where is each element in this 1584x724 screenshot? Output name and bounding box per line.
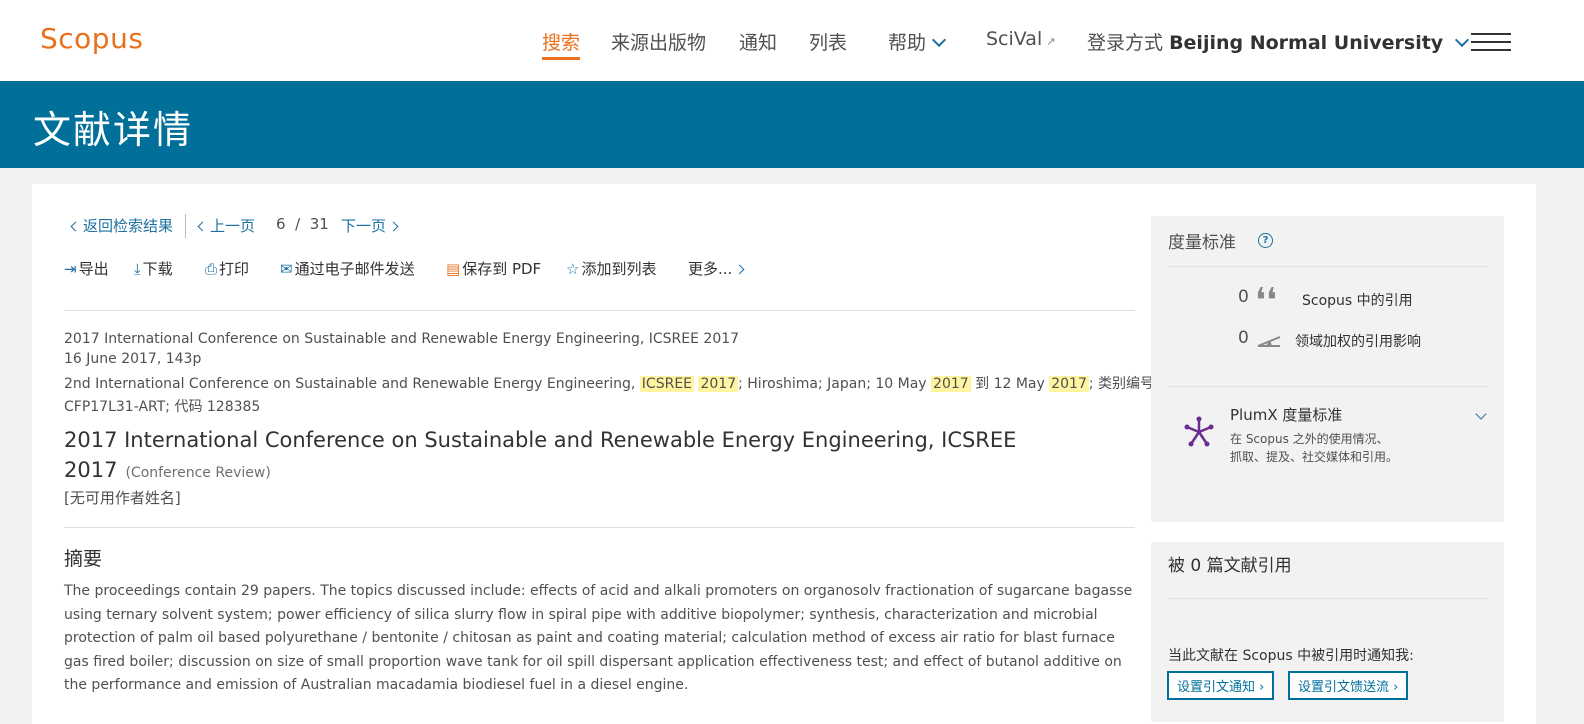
star-icon: ☆: [566, 260, 580, 278]
set-alert-label: 设置引文通知: [1177, 680, 1256, 695]
metrics-panel: [1151, 216, 1504, 522]
chevron-down-icon: [931, 32, 947, 48]
set-citation-alert-button[interactable]: 设置引文通知 ›: [1167, 671, 1275, 700]
nav-alerts[interactable]: 通知: [739, 28, 777, 55]
highlight: 2017: [1049, 376, 1089, 392]
more-label: 更多...: [688, 260, 733, 278]
envelope-icon: ✉: [280, 260, 293, 278]
nav-help[interactable]: 帮助: [888, 28, 947, 55]
citations-count: 0: [1238, 287, 1249, 307]
highlight: ICSREE: [639, 376, 695, 392]
quote-icon: ❛❛: [1255, 281, 1277, 321]
page-counter: 6 / 31: [276, 215, 329, 233]
divider: [1168, 266, 1488, 267]
page-title: 文献详情: [33, 108, 194, 152]
plumx-title[interactable]: PlumX 度量标准: [1230, 404, 1342, 425]
printer-icon: ⎙: [205, 260, 218, 278]
download-button[interactable]: ⤓ 下载: [134, 258, 173, 279]
conf-text: 2nd International Conference on Sustaina…: [64, 376, 640, 392]
abstract-heading: 摘要: [64, 548, 103, 570]
divider: [1168, 598, 1488, 599]
save-pdf-button[interactable]: ▤ 保存到 PDF: [446, 258, 541, 279]
page-banner: 文献详情: [0, 81, 1584, 168]
chevron-right-icon: [734, 264, 745, 275]
back-to-results-link[interactable]: 返回检索结果: [70, 215, 174, 236]
add-to-list-button[interactable]: ☆ 添加到列表: [566, 258, 656, 279]
scopus-logo[interactable]: Scopus: [40, 22, 143, 55]
set-citation-feed-button[interactable]: 设置引文馈送流 ›: [1288, 671, 1409, 700]
pdf-icon: ▤: [446, 260, 461, 278]
authors: [无可用作者姓名]: [64, 489, 181, 507]
conf-text: ; 类别编号: [1088, 376, 1155, 392]
chevron-right-icon: [388, 221, 399, 232]
more-actions-button[interactable]: 更多...: [688, 258, 745, 279]
highlight: 2017: [698, 376, 739, 392]
nav-help-label: 帮助: [888, 32, 927, 54]
divider: [185, 214, 186, 238]
fwci-icon: [1257, 336, 1281, 347]
conf-text: ; Hiroshima; Japan; 10 May: [738, 376, 932, 392]
conf-text: 到 12 May: [970, 376, 1050, 392]
nav-scival[interactable]: SciVal ↗: [986, 28, 1055, 50]
abstract-text: The proceedings contain 29 papers. The t…: [64, 583, 1133, 694]
nav-scival-label: SciVal: [986, 28, 1043, 50]
back-label: 返回检索结果: [83, 217, 174, 235]
add-list-label: 添加到列表: [581, 260, 657, 278]
print-button[interactable]: ⎙ 打印: [205, 258, 249, 279]
divider: [64, 527, 1135, 528]
metrics-heading: 度量标准: [1168, 233, 1236, 253]
divider: [64, 310, 1135, 311]
export-label: 导出: [78, 260, 109, 278]
login-prefix: 登录方式: [1087, 32, 1164, 54]
document-type: (Conference Review): [125, 465, 271, 481]
fwci-label[interactable]: 领域加权的引用影响: [1295, 331, 1421, 351]
source-title-link[interactable]: 2017 International Conference on Sustain…: [64, 331, 739, 347]
conference-info: 2nd International Conference on Sustaina…: [64, 373, 1154, 393]
document-title: 2017 International Conference on Sustain…: [64, 425, 1124, 488]
citations-label[interactable]: Scopus 中的引用: [1302, 290, 1413, 310]
fwci-count: 0: [1238, 328, 1249, 348]
next-label: 下一页: [341, 217, 387, 235]
page-separator: /: [295, 215, 301, 233]
prev-label: 上一页: [210, 217, 256, 235]
total-count: 31: [309, 215, 329, 233]
nav-sources[interactable]: 来源出版物: [611, 28, 706, 55]
help-icon[interactable]: ?: [1258, 233, 1273, 248]
institution-name: Beijing Normal University: [1169, 32, 1444, 54]
divider: [1168, 386, 1488, 387]
notify-text: 当此文献在 Scopus 中被引用时通知我:: [1168, 648, 1414, 664]
next-page-link[interactable]: 下一页: [341, 215, 399, 236]
top-header: Scopus 搜索 来源出版物 通知 列表 帮助 SciVal ↗ 登录方式 Be…: [0, 0, 1584, 81]
chevron-left-icon: [70, 221, 81, 232]
highlight: 2017: [931, 376, 971, 392]
email-label: 通过电子邮件发送: [294, 260, 415, 278]
nav-search[interactable]: 搜索: [542, 28, 581, 60]
plumx-icon: [1184, 416, 1214, 447]
current-index: 6: [276, 215, 286, 233]
publication-date: 16 June 2017, 143p: [64, 351, 202, 367]
export-icon: ⇥: [64, 260, 77, 278]
nav-lists[interactable]: 列表: [809, 28, 847, 55]
chevron-down-icon: [1455, 32, 1470, 48]
print-label: 打印: [219, 260, 250, 278]
cited-by-heading: 被 0 篇文献引用: [1168, 556, 1292, 576]
export-button[interactable]: ⇥ 导出: [64, 258, 109, 279]
download-label: 下载: [142, 260, 173, 278]
chevron-left-icon: [197, 221, 208, 232]
conference-code: CFP17L31-ART; 代码 128385: [64, 399, 261, 415]
set-feed-label: 设置引文馈送流: [1298, 680, 1390, 695]
nav-login[interactable]: 登录方式 Beijing Normal University: [1087, 28, 1470, 55]
external-link-icon: ↗: [1046, 35, 1056, 48]
hamburger-menu-icon[interactable]: [1471, 33, 1511, 53]
plumx-description: 在 Scopus 之外的使用情况、抓取、提及、社交媒体和引用。: [1230, 432, 1399, 464]
download-icon: ⤓: [134, 260, 141, 278]
pdf-label: 保存到 PDF: [462, 260, 542, 278]
email-button[interactable]: ✉ 通过电子邮件发送: [280, 258, 415, 279]
prev-page-link[interactable]: 上一页: [197, 215, 256, 236]
